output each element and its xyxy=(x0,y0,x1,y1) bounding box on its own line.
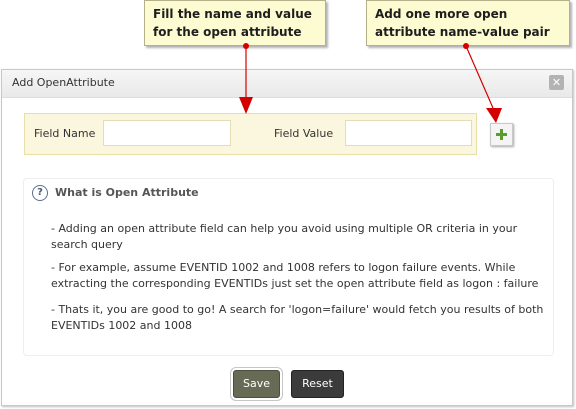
dialog-titlebar: Add OpenAttribute ✕ xyxy=(2,70,572,98)
dialog-title: Add OpenAttribute xyxy=(12,76,115,89)
question-icon: ? xyxy=(32,185,48,201)
save-button[interactable]: Save xyxy=(233,370,280,398)
info-line-3: - Thats it, you are good to go! A search… xyxy=(51,303,544,332)
callout-add-line1: Add one more open xyxy=(375,7,508,21)
callout-fill-line2: for the open attribute xyxy=(153,25,302,39)
attribute-fields-row: Field Name Field Value xyxy=(24,113,477,155)
callout-add-line2: attribute name-value pair xyxy=(375,25,550,39)
field-name-label: Field Name xyxy=(34,127,96,140)
info-panel: ? What is Open Attribute - Adding an ope… xyxy=(23,178,554,356)
info-line-1: - Adding an open attribute field can hel… xyxy=(51,222,518,251)
add-attribute-button[interactable] xyxy=(490,123,513,146)
callout-fill-name-value: Fill the name and value for the open att… xyxy=(144,0,326,46)
plus-icon-vertical xyxy=(500,129,503,140)
add-open-attribute-dialog: Add OpenAttribute ✕ Field Name Field Val… xyxy=(1,69,573,406)
callout-add-pair: Add one more open attribute name-value p… xyxy=(366,0,570,46)
close-icon[interactable]: ✕ xyxy=(549,75,564,90)
callout-fill-line1: Fill the name and value xyxy=(153,7,312,21)
field-value-input[interactable] xyxy=(345,120,472,146)
field-value-label: Field Value xyxy=(274,127,334,140)
reset-button[interactable]: Reset xyxy=(291,370,344,398)
field-name-input[interactable] xyxy=(103,120,231,146)
info-line-2: - For example, assume EVENTID 1002 and 1… xyxy=(51,261,539,290)
info-title: What is Open Attribute xyxy=(55,186,199,199)
